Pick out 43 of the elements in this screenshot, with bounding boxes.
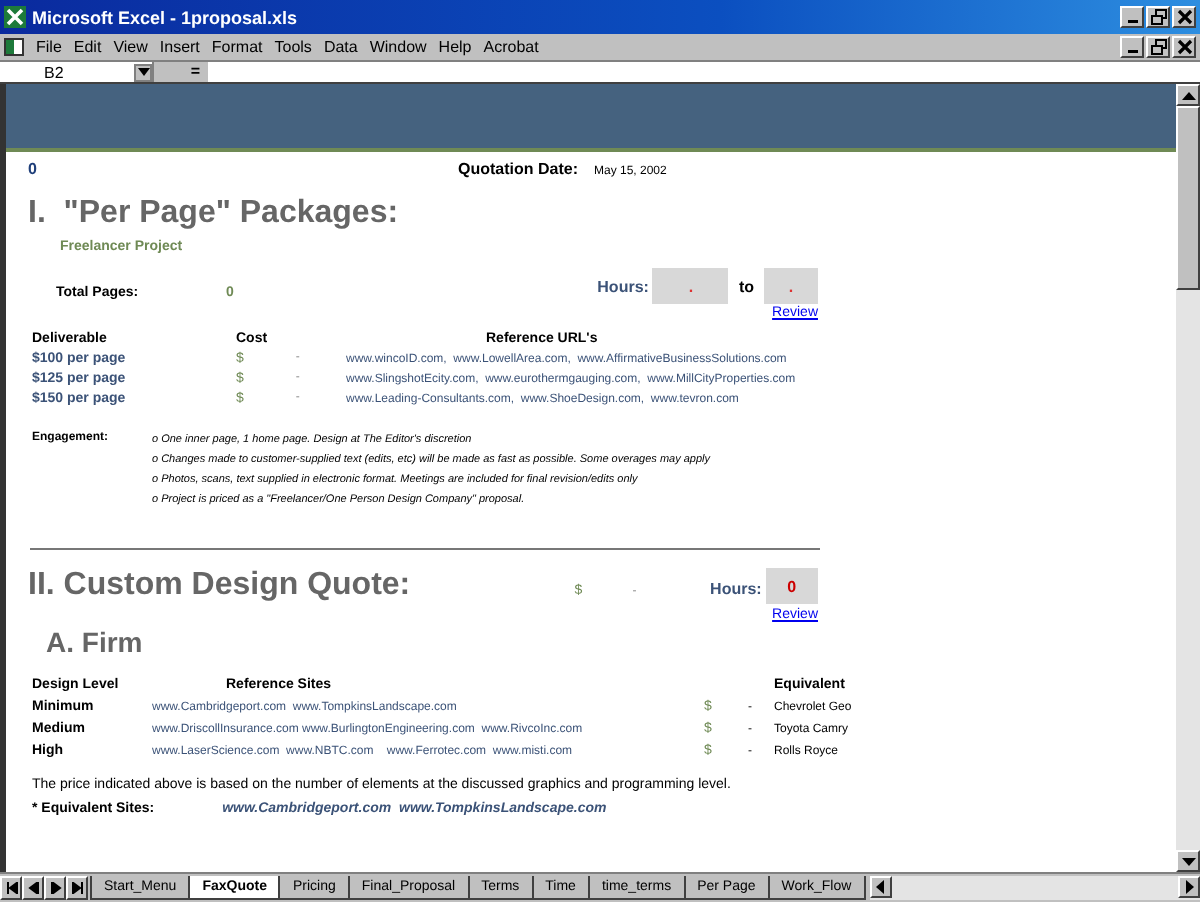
menu-item[interactable]: Insert — [159, 38, 200, 56]
tab-scroll-button[interactable] — [22, 876, 44, 900]
close-button[interactable] — [1172, 6, 1196, 28]
menu-item[interactable]: Window — [369, 38, 427, 56]
left-triangle-icon — [27, 882, 39, 894]
window-title: Microsoft Excel - 1proposal.xls — [32, 7, 298, 27]
menu-item[interactable]: Edit — [73, 38, 102, 56]
menu-item[interactable]: Data — [323, 38, 358, 56]
close-icon — [1175, 38, 1193, 56]
first-sheet-icon — [5, 882, 17, 894]
menu-item[interactable]: File — [36, 38, 62, 56]
section-heading: II. Custom Design Quote: — [26, 566, 413, 604]
menu-item[interactable]: View — [113, 38, 148, 56]
document-icon — [4, 38, 24, 56]
menu-item[interactable]: Acrobat — [483, 38, 539, 56]
minimize-button[interactable] — [1120, 36, 1144, 58]
spreadsheet-icon — [4, 6, 26, 28]
restore-button[interactable] — [1146, 36, 1170, 58]
hours-cell: . — [652, 268, 729, 304]
menu-item[interactable]: Help — [438, 38, 472, 56]
tab-scroll-button[interactable] — [44, 876, 66, 900]
tab-scroll-button[interactable] — [0, 876, 22, 900]
close-button[interactable] — [1172, 36, 1196, 58]
vertical-scrollbar[interactable] — [1176, 84, 1200, 872]
close-icon — [1175, 8, 1193, 26]
minimize-button[interactable] — [1120, 6, 1144, 28]
hours-cell: 0 — [765, 568, 818, 604]
right-triangle-icon — [49, 882, 61, 894]
menu-item[interactable]: Tools — [274, 38, 312, 56]
section-heading: I. "Per Page" Packages: — [26, 194, 401, 232]
hours-cell: . — [764, 268, 818, 304]
tab-scroll-button[interactable] — [66, 876, 88, 900]
cell-value: 0 — [28, 160, 39, 178]
quotation-label: Quotation Date: — [458, 160, 578, 178]
hours-label: Hours: — [597, 277, 649, 295]
hours-separator: to — [736, 277, 756, 295]
horizontal-scrollbar[interactable] — [869, 876, 1200, 900]
cell-reference: B2 — [44, 63, 64, 81]
hours-label: Hours: — [710, 580, 762, 598]
menu-item[interactable]: Format — [211, 38, 263, 56]
subsection-heading: A. Firm — [44, 624, 145, 658]
last-sheet-icon — [71, 882, 83, 894]
restore-button[interactable] — [1146, 6, 1170, 28]
